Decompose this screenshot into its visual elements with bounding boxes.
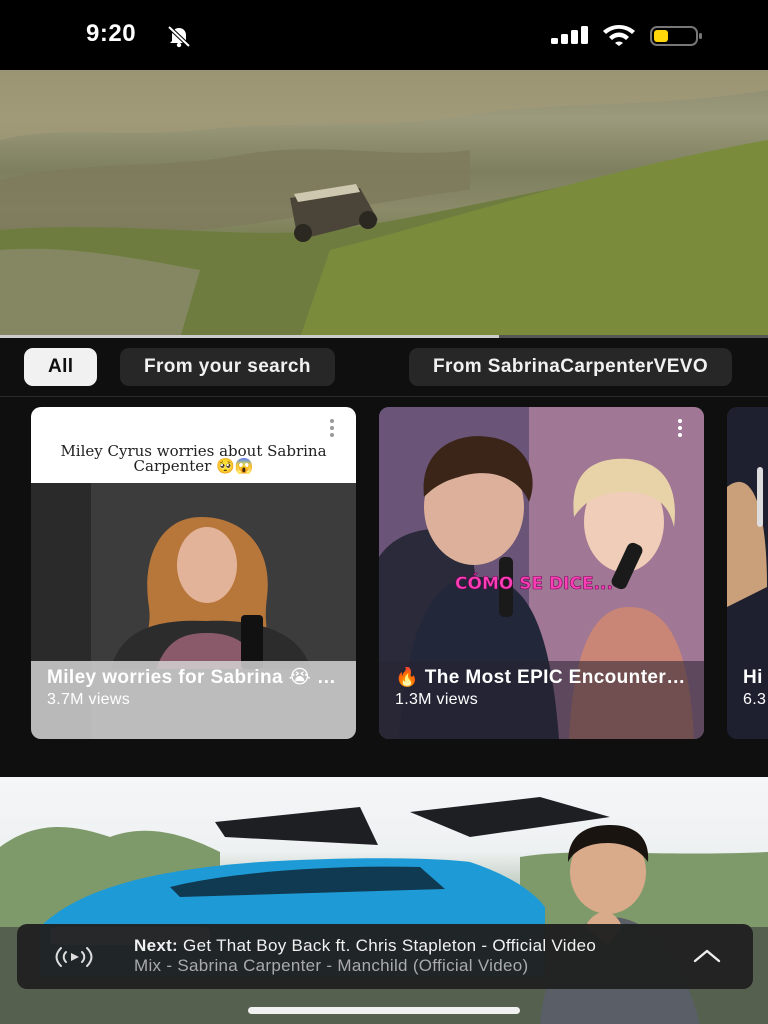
- short-card-miley[interactable]: Miley Cyrus worries about Sabrina Carpen…: [31, 407, 356, 739]
- short-card-domingo[interactable]: CÓMO SE DICE... 🔥 The Most EPIC Encounte…: [379, 407, 704, 739]
- battery-icon: [650, 26, 702, 46]
- short-card-partial[interactable]: Hi 00 6.3: [727, 407, 768, 739]
- wifi-icon: [603, 25, 635, 46]
- autoplay-broadcast-icon: [55, 947, 93, 967]
- short-views: 3.7M views: [47, 691, 131, 708]
- short-title: 🔥 The Most EPIC Encounter: Domingo...: [395, 667, 688, 688]
- cellular-signal-icon: [551, 26, 588, 44]
- video-player[interactable]: [0, 70, 768, 338]
- short-header-text: Miley Cyrus worries about Sabrina Carpen…: [31, 407, 356, 483]
- bell-off-icon: [167, 25, 191, 48]
- short-views: 6.3: [743, 691, 767, 708]
- next-up-bar[interactable]: Next: Get That Boy Back ft. Chris Staple…: [17, 924, 753, 989]
- more-options-icon[interactable]: [676, 419, 684, 439]
- status-bar: 9:20: [0, 0, 768, 70]
- short-meta: Miley worries for Sabrina 😭 #mileyc... 3…: [31, 661, 356, 739]
- next-up-title: Get That Boy Back ft. Chris Stapleton - …: [183, 936, 597, 955]
- status-time: 9:20: [86, 20, 137, 47]
- next-up-title-line: Next: Get That Boy Back ft. Chris Staple…: [134, 936, 674, 956]
- chevron-up-icon[interactable]: [693, 946, 721, 966]
- chip-all[interactable]: All: [24, 348, 98, 386]
- home-indicator[interactable]: [248, 1007, 520, 1014]
- chip-from-your-search[interactable]: From your search: [120, 348, 335, 386]
- short-views: 1.3M views: [395, 691, 479, 708]
- shorts-shelf: Miley Cyrus worries about Sabrina Carpen…: [0, 397, 768, 777]
- short-overlay-text: CÓMO SE DICE...: [455, 572, 613, 594]
- filter-chips: All From your search From SabrinaCarpent…: [0, 338, 768, 396]
- more-options-icon[interactable]: [328, 419, 336, 439]
- next-up-subtitle: Mix - Sabrina Carpenter - Manchild (Offi…: [134, 956, 529, 975]
- short-title: Hi 00: [743, 667, 768, 688]
- next-up-prefix: Next:: [134, 936, 179, 955]
- short-title: Miley worries for Sabrina 😭 #mileyc...: [47, 667, 340, 688]
- video-frame: [0, 70, 768, 338]
- chip-from-channel[interactable]: From SabrinaCarpenterVEVO: [409, 348, 733, 386]
- short-meta: 🔥 The Most EPIC Encounter: Domingo... 1.…: [379, 661, 704, 739]
- short-meta: Hi 00 6.3: [727, 661, 768, 739]
